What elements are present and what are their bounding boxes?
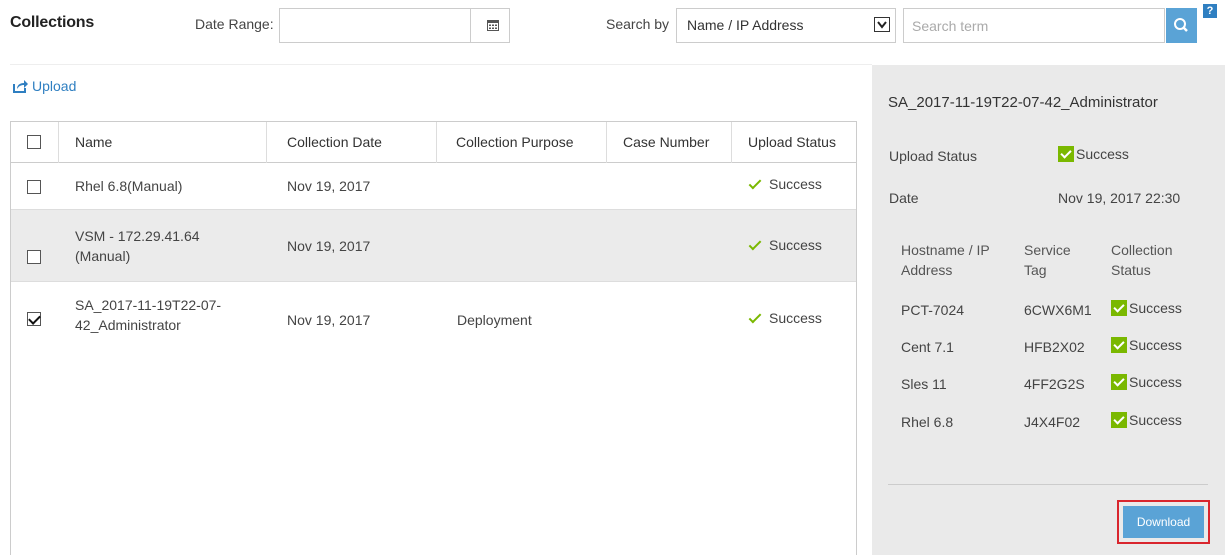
sub-header-collection-status: Collection Status	[1111, 240, 1172, 280]
search-button[interactable]	[1166, 8, 1197, 43]
table-header: Name Collection Date Collection Purpose …	[11, 121, 856, 163]
check-icon	[748, 176, 762, 190]
device-hostname: PCT-7024	[901, 302, 965, 318]
success-check-icon	[1111, 337, 1127, 353]
sub-header-service-tag-line2: Tag	[1024, 262, 1047, 278]
table-row[interactable]: SA_2017-11-19T22-07- 42_Administrator No…	[11, 282, 856, 354]
success-check-icon	[1111, 374, 1127, 390]
upload-status-label: Upload Status	[889, 148, 977, 164]
upload-status-value: Success	[1058, 146, 1129, 162]
help-icon[interactable]: ?	[1203, 4, 1217, 18]
device-collection-status: Success	[1111, 412, 1182, 428]
row-status-label: Success	[769, 237, 822, 253]
device-status-text: Success	[1129, 300, 1182, 316]
search-by-label: Search by	[606, 16, 670, 32]
row-name-line1: SA_2017-11-19T22-07-	[75, 297, 222, 313]
row-name-line1: VSM - 172.29.41.64	[75, 228, 200, 244]
detail-title: SA_2017-11-19T22-07-42_Administrator	[888, 94, 1158, 111]
date-range-input[interactable]	[279, 8, 510, 43]
row-upload-status: Success	[748, 176, 822, 192]
column-header-case-number[interactable]: Case Number	[607, 122, 732, 163]
success-check-icon	[1111, 412, 1127, 428]
row-checkbox-checked[interactable]	[27, 312, 41, 326]
collections-table: Name Collection Date Collection Purpose …	[10, 121, 857, 555]
row-status-label: Success	[769, 310, 822, 326]
row-checkbox[interactable]	[27, 180, 41, 194]
device-collection-status: Success	[1111, 374, 1182, 390]
row-upload-status: Success	[748, 237, 822, 253]
sub-header-service-tag: Service Tag	[1024, 240, 1071, 280]
check-icon	[748, 310, 762, 324]
sub-header-collection-status-line1: Collection	[1111, 242, 1173, 258]
device-hostname: Cent 7.1	[901, 339, 954, 355]
detail-panel: SA_2017-11-19T22-07-42_Administrator Upl…	[872, 65, 1225, 555]
date-range-label: Date Range:	[195, 16, 274, 32]
date-label: Date	[889, 190, 919, 206]
sub-header-collection-status-line2: Status	[1111, 262, 1151, 278]
download-button[interactable]: Download	[1123, 506, 1204, 538]
device-service-tag: 4FF2G2S	[1024, 376, 1085, 392]
device-status-text: Success	[1129, 337, 1182, 353]
chevron-down-icon[interactable]	[874, 17, 890, 32]
device-hostname: Rhel 6.8	[901, 414, 954, 430]
row-checkbox[interactable]	[27, 250, 41, 264]
row-collection-purpose: Deployment	[457, 312, 532, 328]
row-name: SA_2017-11-19T22-07- 42_Administrator	[75, 295, 221, 335]
table-row[interactable]: VSM - 172.29.41.64 (Manual) Nov 19, 2017…	[11, 210, 856, 282]
row-status-label: Success	[769, 176, 822, 192]
column-header-collection-date[interactable]: Collection Date	[267, 122, 437, 163]
device-service-tag: 6CWX6M1	[1024, 302, 1092, 318]
search-by-selected: Name / IP Address	[687, 17, 804, 33]
row-collection-date: Nov 19, 2017	[287, 178, 371, 194]
date-input-divider	[470, 9, 471, 42]
select-all-checkbox[interactable]	[27, 135, 41, 149]
row-name: Rhel 6.8(Manual)	[75, 178, 183, 194]
table-row[interactable]: Rhel 6.8(Manual) Nov 19, 2017 Success	[11, 163, 856, 210]
sub-header-hostname-line1: Hostname / IP	[901, 242, 990, 258]
sub-header-hostname-line2: Address	[901, 262, 953, 278]
column-header-upload-status[interactable]: Upload Status	[732, 122, 856, 163]
upload-label: Upload	[32, 78, 77, 94]
device-status-text: Success	[1129, 412, 1182, 428]
device-service-tag: HFB2X02	[1024, 339, 1085, 355]
panel-divider	[888, 484, 1208, 485]
row-name: VSM - 172.29.41.64 (Manual)	[75, 226, 200, 266]
upload-status-text: Success	[1076, 146, 1129, 162]
column-header-name[interactable]: Name	[59, 122, 267, 163]
check-icon	[748, 237, 762, 251]
row-collection-date: Nov 19, 2017	[287, 312, 371, 328]
row-upload-status: Success	[748, 310, 822, 326]
device-collection-status: Success	[1111, 300, 1182, 316]
row-collection-date: Nov 19, 2017	[287, 238, 371, 254]
device-collection-status: Success	[1111, 337, 1182, 353]
search-placeholder: Search term	[912, 18, 989, 34]
search-input[interactable]: Search term	[903, 8, 1165, 43]
calendar-icon[interactable]	[487, 19, 499, 31]
device-status-text: Success	[1129, 374, 1182, 390]
header-select-cell	[11, 122, 59, 163]
upload-link[interactable]: Upload	[12, 78, 76, 94]
header-divider	[10, 64, 872, 65]
device-service-tag: J4X4F02	[1024, 414, 1081, 430]
row-name-line2: 42_Administrator	[75, 317, 181, 333]
page-title: Collections	[10, 14, 95, 31]
search-icon	[1174, 18, 1188, 32]
search-by-select[interactable]: Name / IP Address	[676, 8, 896, 43]
sub-header-service-tag-line1: Service	[1024, 242, 1071, 258]
date-value: Nov 19, 2017 22:30	[1058, 190, 1181, 206]
upload-icon	[13, 80, 28, 93]
row-name-line2: (Manual)	[75, 248, 131, 264]
device-hostname: Sles 11	[901, 376, 947, 392]
sub-header-hostname: Hostname / IP Address	[901, 240, 990, 280]
column-header-collection-purpose[interactable]: Collection Purpose	[437, 122, 607, 163]
success-check-icon	[1111, 300, 1127, 316]
success-check-icon	[1058, 146, 1074, 162]
